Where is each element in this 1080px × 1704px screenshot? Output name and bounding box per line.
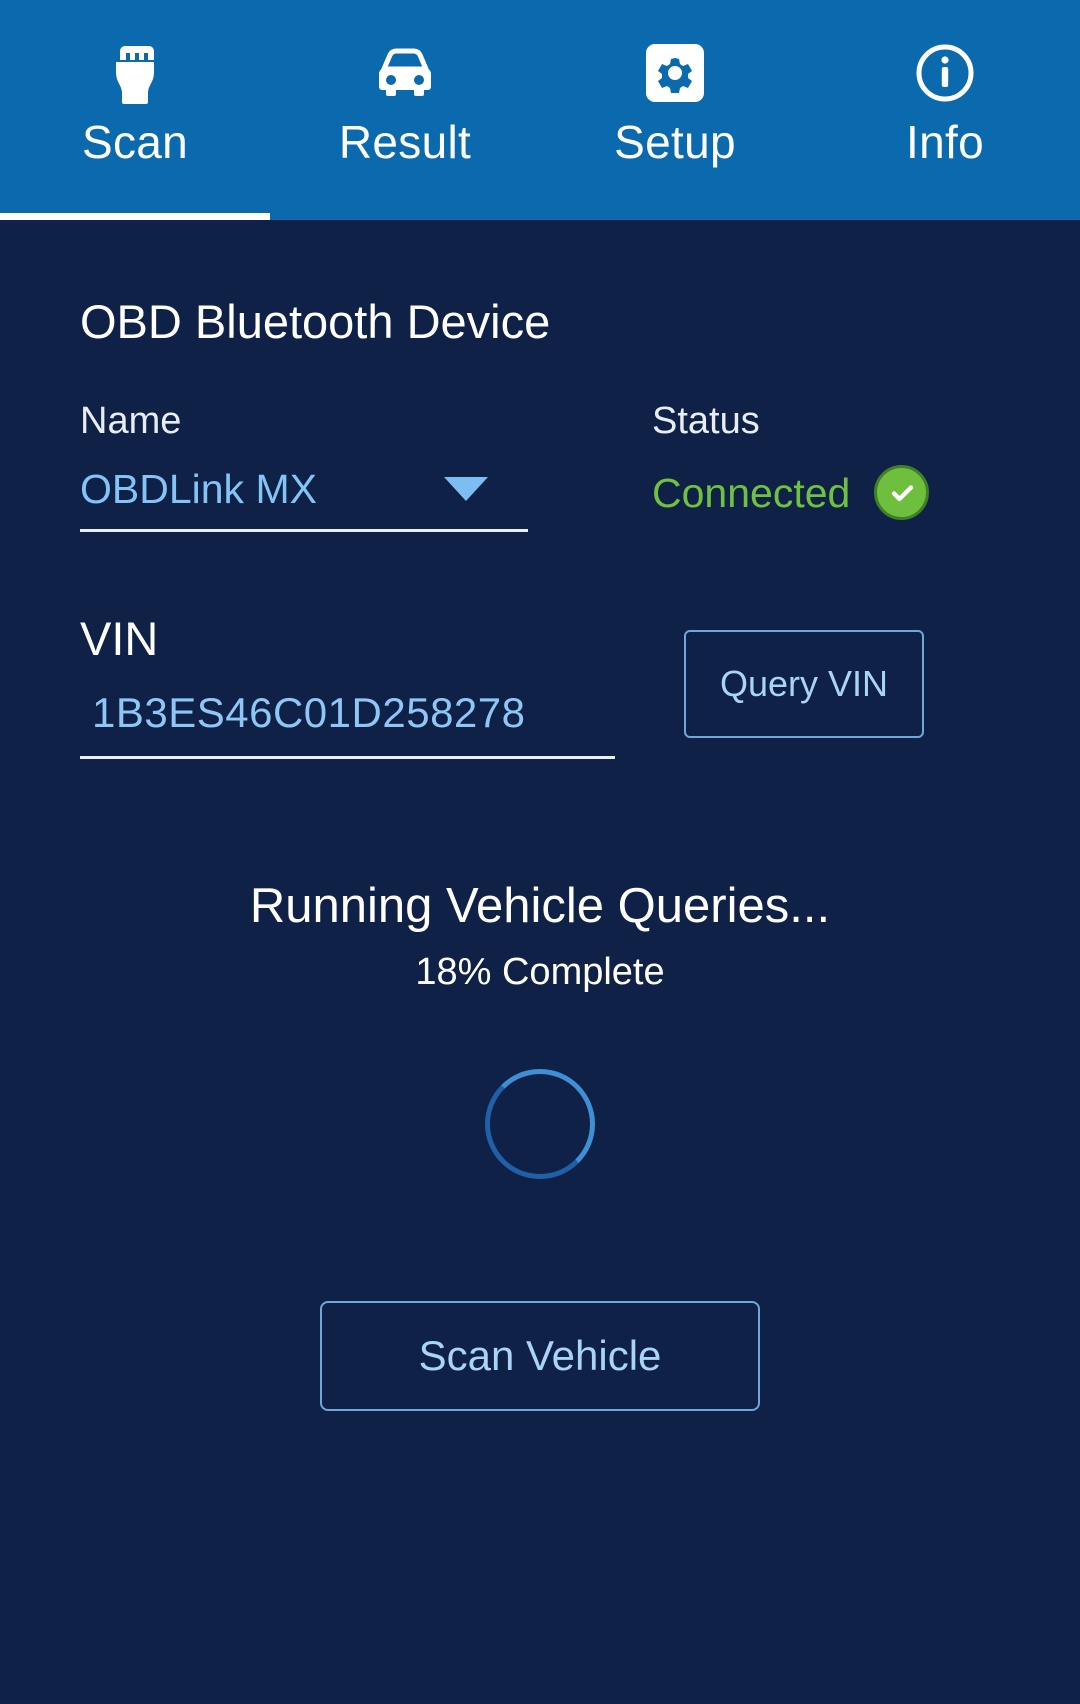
car-icon: [372, 42, 438, 104]
vin-input[interactable]: [80, 688, 615, 759]
status-badge: Connected: [652, 465, 1000, 520]
info-circle-icon: [915, 42, 975, 104]
vin-label: VIN: [80, 612, 159, 665]
vin-row: VIN Query VIN: [80, 612, 1000, 759]
tab-label: Scan: [81, 116, 189, 168]
gear-icon: [646, 42, 704, 104]
tab-setup[interactable]: Setup: [540, 0, 810, 220]
obd-connector-icon: [108, 42, 162, 104]
status-label: Status: [652, 400, 760, 442]
tab-label: Info: [906, 116, 984, 168]
progress-area: Running Vehicle Queries... 18% Complete: [80, 877, 1000, 1179]
active-tab-indicator: [0, 213, 270, 220]
vin-group: VIN: [80, 612, 640, 759]
tab-scan[interactable]: Scan: [0, 0, 270, 220]
name-label: Name: [80, 400, 182, 442]
query-vin-button[interactable]: Query VIN: [684, 630, 924, 738]
section-title: OBD Bluetooth Device: [80, 295, 551, 348]
device-name-group: Name OBDLink MX: [80, 349, 642, 532]
progress-title: Running Vehicle Queries...: [249, 879, 831, 933]
chevron-down-icon[interactable]: [444, 477, 488, 501]
loading-spinner: [485, 1069, 595, 1179]
scan-panel: OBD Bluetooth Device Name OBDLink MX Sta…: [0, 220, 1080, 1704]
device-name-select[interactable]: OBDLink MX: [80, 465, 528, 532]
progress-subtitle: 18% Complete: [415, 951, 665, 993]
status-value: Connected: [652, 469, 851, 516]
tab-info[interactable]: Info: [810, 0, 1080, 220]
device-status-group: Status Connected: [642, 349, 1000, 520]
tab-label: Result: [338, 116, 472, 168]
check-circle-icon: [874, 465, 930, 520]
scan-vehicle-button[interactable]: Scan Vehicle: [320, 1301, 760, 1411]
tab-result[interactable]: Result: [270, 0, 540, 220]
device-name-value: OBDLink MX: [80, 466, 317, 512]
tab-label: Setup: [614, 116, 736, 168]
device-row: Name OBDLink MX Status Connected: [80, 349, 1000, 532]
top-tab-bar: Scan Result Setup Info: [0, 0, 1080, 220]
